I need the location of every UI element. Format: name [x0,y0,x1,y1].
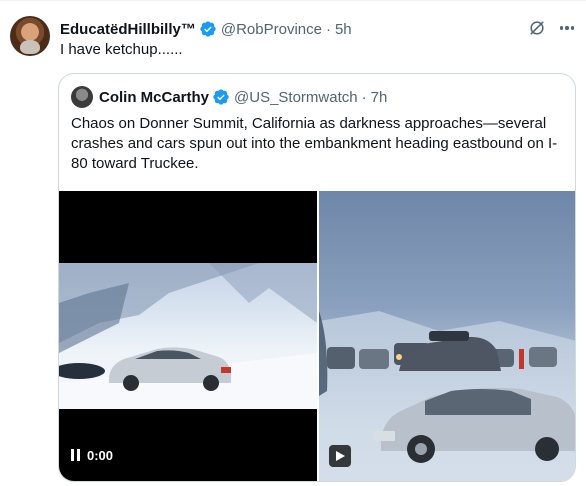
quoted-handle: @US_Stormwatch [234,88,358,106]
verified-badge-icon [213,89,229,105]
avatar[interactable] [10,16,50,56]
quoted-tweet[interactable]: Colin McCarthy @US_Stormwatch · 7h Chaos… [58,73,576,482]
quoted-tweet-header: Colin McCarthy @US_Stormwatch · 7h [71,86,387,108]
snow-scene-video [59,263,317,409]
video-controls[interactable]: 0:00 [71,443,113,467]
tweet-header: EducatëdHillbilly™ @RobProvince · 5h [60,18,352,40]
video-time: 0:00 [87,447,114,463]
quoted-avatar [71,86,93,108]
quoted-timestamp: 7h [370,88,388,106]
divider [0,0,586,1]
quoted-tweet-text: Chaos on Donner Summit, California as da… [71,115,558,172]
separator: · [325,20,331,38]
grok-icon[interactable] [527,18,547,38]
tweet-text: I have ketchup...... [60,41,183,58]
video-frame [59,263,317,409]
quoted-display-name: Colin McCarthy [99,88,210,106]
play-button[interactable] [329,445,351,467]
display-name[interactable]: EducatëdHillbilly™ [60,21,196,38]
traffic-scene-image [319,311,575,481]
tweet[interactable]: EducatëdHillbilly™ @RobProvince · 5h I h… [0,0,586,486]
play-icon [336,451,345,461]
verified-badge-icon [200,21,216,37]
more-icon[interactable] [557,18,577,38]
video-thumbnail[interactable] [319,191,575,481]
handle[interactable]: @RobProvince [221,21,322,38]
separator: · [361,88,367,106]
video-player[interactable]: 0:00 [59,191,317,481]
timestamp[interactable]: 5h [335,21,352,38]
pause-icon[interactable] [71,449,81,461]
